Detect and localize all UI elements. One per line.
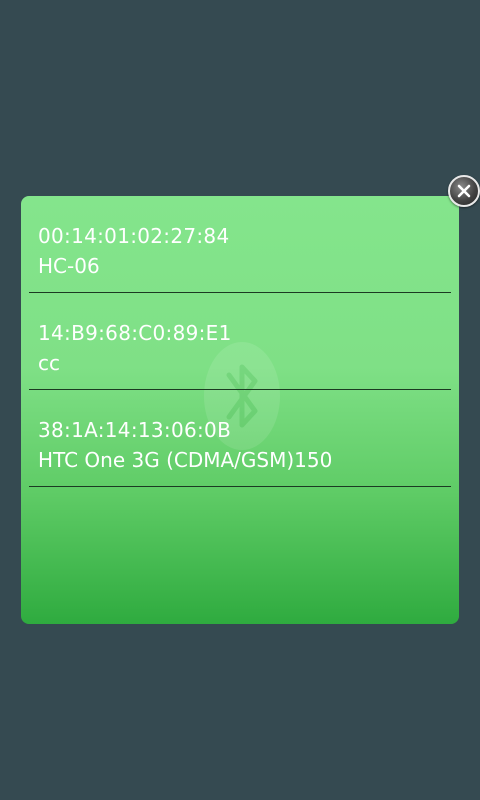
device-name: cc bbox=[38, 351, 60, 375]
device-item[interactable]: 38:1A:14:13:06:0B HTC One 3G (CDMA/GSM)1… bbox=[29, 390, 451, 487]
device-list-dialog: 00:14:01:02:27:84 HC-06 14:B9:68:C0:89:E… bbox=[21, 196, 459, 624]
device-item[interactable]: 00:14:01:02:27:84 HC-06 bbox=[29, 196, 451, 293]
device-item[interactable]: 14:B9:68:C0:89:E1 cc bbox=[29, 293, 451, 390]
device-address: 38:1A:14:13:06:0B bbox=[38, 418, 232, 442]
screen: 00:14:01:02:27:84 HC-06 14:B9:68:C0:89:E… bbox=[0, 0, 480, 800]
close-button[interactable] bbox=[448, 175, 480, 207]
device-name: HC-06 bbox=[38, 254, 100, 278]
close-icon bbox=[457, 184, 471, 198]
device-address: 00:14:01:02:27:84 bbox=[38, 224, 230, 248]
device-name: HTC One 3G (CDMA/GSM)150 bbox=[38, 448, 333, 472]
device-address: 14:B9:68:C0:89:E1 bbox=[38, 321, 232, 345]
